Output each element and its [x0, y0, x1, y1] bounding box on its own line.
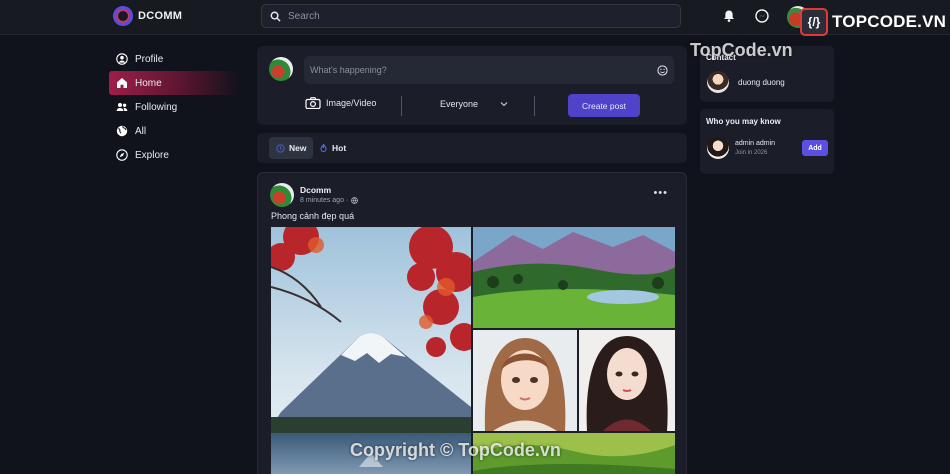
composer-input-box[interactable]: [304, 56, 674, 84]
user-circle-icon: [116, 53, 128, 65]
media-label: Image/Video: [326, 98, 377, 108]
photo-illustration-girl-1[interactable]: [473, 330, 577, 431]
add-media-button[interactable]: Image/Video: [305, 97, 376, 109]
tab-label: New: [289, 143, 307, 153]
audience-value: Everyone: [440, 99, 479, 109]
search-icon: [270, 11, 281, 22]
chevron-down-icon: [500, 102, 508, 107]
flame-icon: [320, 143, 327, 152]
topcode-logo-icon: {/}: [800, 8, 828, 36]
nav-item-explore[interactable]: Explore: [109, 143, 239, 167]
composer-avatar: [269, 57, 293, 81]
nav-item-all[interactable]: All: [109, 119, 239, 143]
post-author-avatar[interactable]: [270, 183, 294, 207]
create-post-button[interactable]: Create post: [568, 94, 640, 117]
compass-icon: [116, 149, 128, 161]
nav-label: Profile: [135, 53, 164, 65]
post-photo-grid: [271, 227, 675, 474]
photo-valley[interactable]: [473, 227, 675, 328]
app-name: DCOMM: [138, 10, 183, 22]
topcode-badge: {/} TOPCODE.VN: [800, 6, 946, 38]
contact-name: duong duong: [738, 77, 785, 87]
feed-tabs: New Hot: [257, 133, 687, 163]
nav-label: All: [135, 125, 147, 137]
search-input[interactable]: [288, 10, 668, 22]
clock-icon: [276, 143, 285, 153]
tab-label: Hot: [332, 143, 347, 153]
bell-icon[interactable]: [722, 9, 736, 23]
camera-icon: [305, 97, 321, 109]
users-icon: [116, 103, 128, 111]
logo-icon: [113, 6, 133, 26]
photo-mountain-lake[interactable]: [271, 227, 471, 474]
suggestion-item: admin admin Join in 2026: [707, 137, 775, 159]
suggestions-card: Who you may know admin admin Join in 202…: [700, 109, 834, 174]
suggestion-name[interactable]: admin admin: [735, 140, 775, 147]
public-globe-icon: [351, 197, 359, 204]
post-more-icon[interactable]: •••: [653, 187, 668, 199]
suggestions-title: Who you may know: [706, 117, 781, 126]
post-text: Phong cảnh đẹp quá: [271, 211, 355, 221]
messenger-icon[interactable]: [755, 9, 769, 23]
audience-select[interactable]: Everyone: [440, 99, 508, 109]
nav-label: Explore: [135, 149, 169, 161]
left-nav: Profile Home Following All Explore: [109, 47, 239, 167]
post-meta: 8 minutes ago ·: [300, 197, 359, 204]
divider: [534, 96, 535, 116]
contact-avatar: [707, 71, 729, 93]
nav-item-profile[interactable]: Profile: [109, 47, 239, 71]
emoji-icon[interactable]: [657, 64, 668, 76]
composer-input[interactable]: [310, 65, 630, 75]
post-author[interactable]: Dcomm: [300, 185, 331, 195]
add-friend-button[interactable]: Add: [802, 140, 828, 156]
post-composer: Image/Video Everyone Create post: [257, 46, 687, 125]
composer-actions: Image/Video Everyone Create post: [257, 93, 687, 119]
suggestion-avatar[interactable]: [707, 137, 729, 159]
suggestion-sub: Join in 2026: [735, 150, 768, 156]
app-logo[interactable]: DCOMM: [113, 6, 182, 26]
tab-hot[interactable]: Hot: [312, 137, 353, 159]
tab-new[interactable]: New: [269, 137, 314, 159]
home-icon: [117, 78, 127, 88]
contact-item[interactable]: duong duong: [707, 71, 785, 93]
nav-item-following[interactable]: Following: [109, 95, 239, 119]
nav-label: Home: [135, 77, 162, 89]
topcode-badge-text: TOPCODE.VN: [832, 12, 947, 31]
watermark-top: TopCode.vn: [690, 40, 793, 60]
search-bar[interactable]: [261, 4, 681, 28]
nav-item-home[interactable]: Home: [109, 71, 239, 95]
globe-icon: [116, 125, 128, 137]
post-time: 8 minutes ago ·: [300, 197, 349, 204]
post-card: Dcomm 8 minutes ago · ••• Phong cảnh đẹp…: [257, 172, 687, 474]
divider: [401, 96, 402, 116]
nav-label: Following: [135, 101, 178, 113]
top-bar: DCOMM {/} TOPCODE.VN: [0, 0, 950, 38]
photo-illustration-girl-2[interactable]: [579, 330, 675, 431]
watermark-bottom: Copyright © TopCode.vn: [350, 440, 561, 460]
